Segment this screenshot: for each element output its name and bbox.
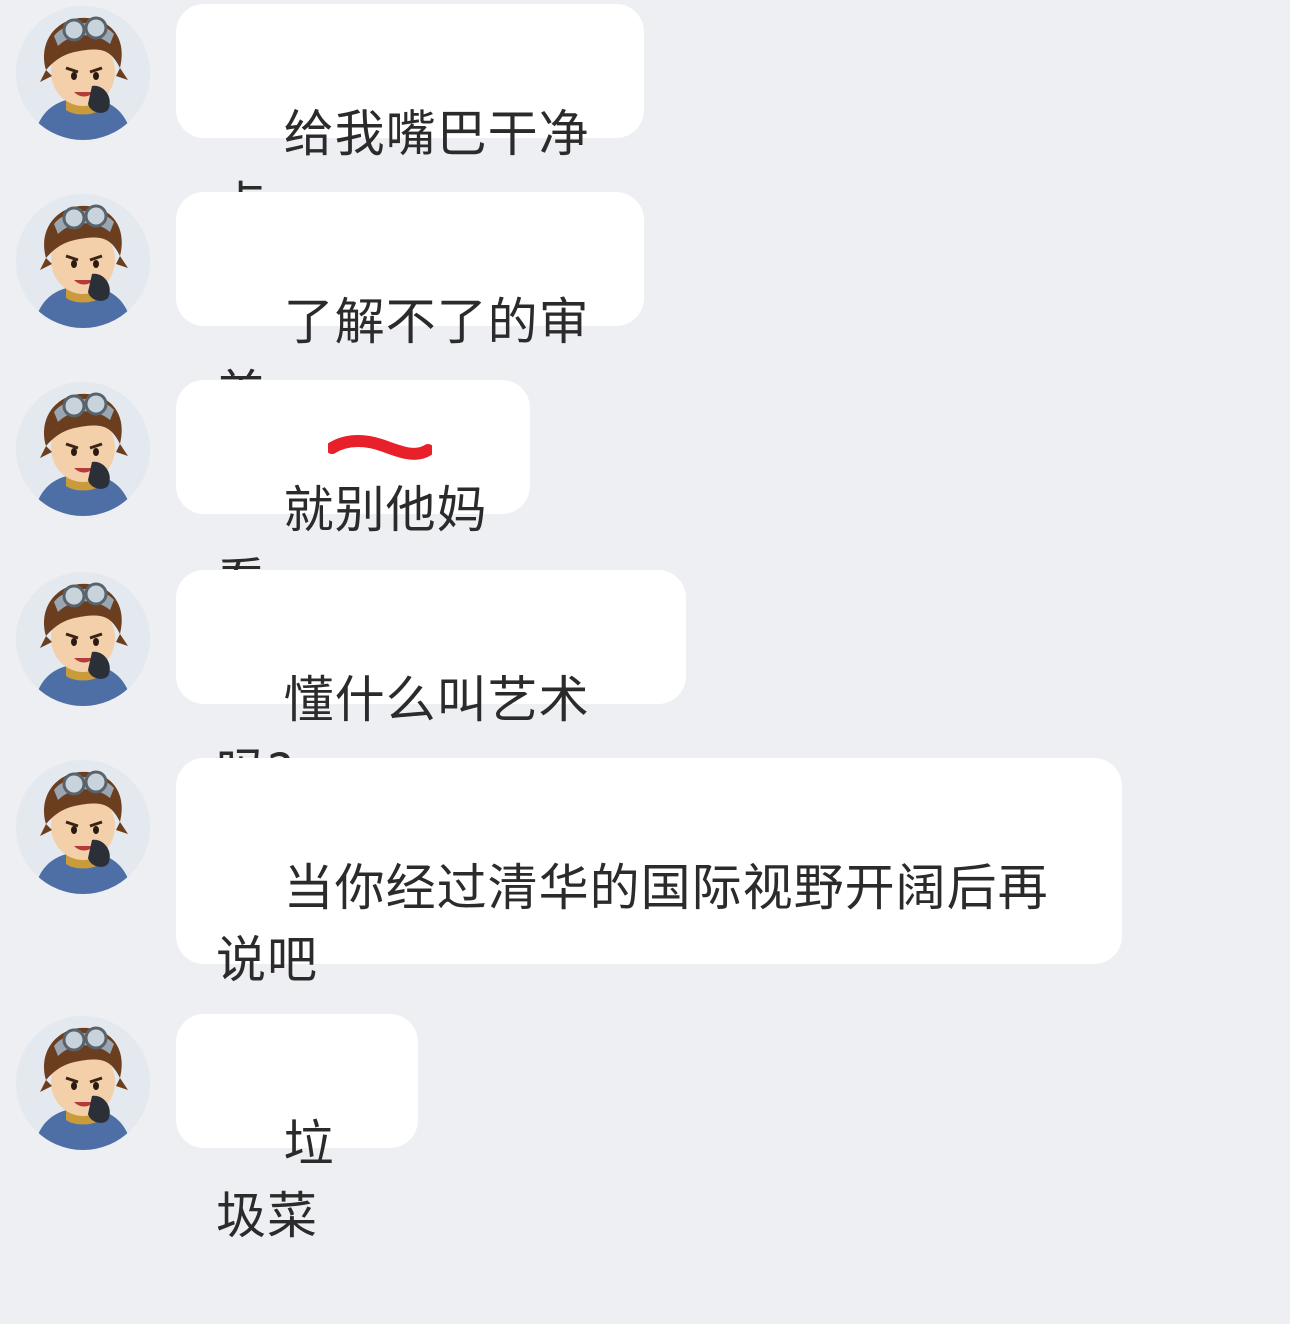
cartoon-boy-avatar-icon — [16, 572, 150, 706]
user-avatar[interactable] — [16, 382, 150, 516]
message-bubble[interactable]: 就别他妈看 — [176, 380, 530, 611]
user-avatar[interactable] — [16, 194, 150, 328]
user-avatar[interactable] — [16, 760, 150, 894]
cartoon-boy-avatar-icon — [16, 382, 150, 516]
red-redaction-scribble-icon — [328, 435, 432, 460]
message-bubble[interactable]: 给我嘴巴干净点 — [176, 4, 644, 235]
user-avatar[interactable] — [16, 6, 150, 140]
cartoon-boy-avatar-icon — [16, 194, 150, 328]
message-text: 垃圾菜 — [216, 1115, 335, 1245]
user-avatar[interactable] — [16, 1016, 150, 1150]
user-avatar[interactable] — [16, 572, 150, 706]
message-bubble[interactable]: 了解不了的审美 — [176, 192, 644, 423]
cartoon-boy-avatar-icon — [16, 1016, 150, 1150]
message-bubble[interactable]: 当你经过清华的国际视野开阔后再 说吧 — [176, 758, 1122, 989]
cartoon-boy-avatar-icon — [16, 760, 150, 894]
message-text: 当你经过清华的国际视野开阔后再 说吧 — [216, 859, 1049, 989]
message-bubble[interactable]: 懂什么叫艺术吗? — [176, 570, 686, 801]
message-bubble[interactable]: 垃圾菜 — [176, 1014, 418, 1245]
cartoon-boy-avatar-icon — [16, 6, 150, 140]
